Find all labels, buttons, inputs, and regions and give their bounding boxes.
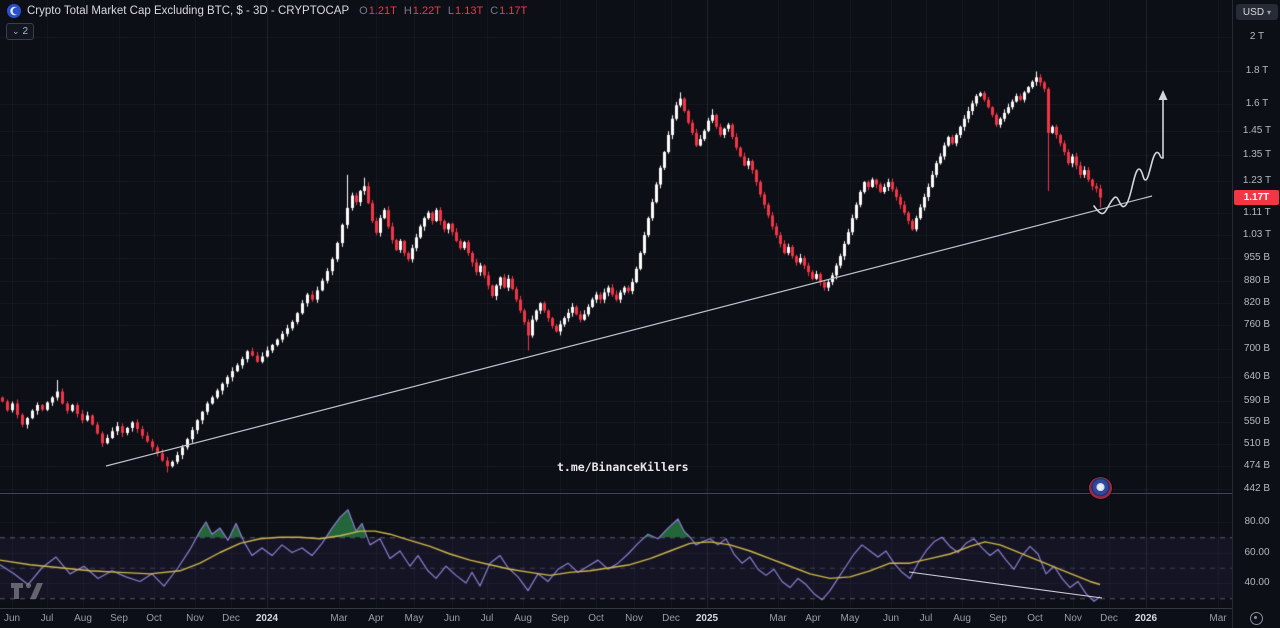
axis-price-label: 40.00	[1233, 577, 1280, 589]
axis-price-label: 442 B	[1233, 483, 1280, 495]
close-label: C	[490, 5, 498, 17]
binance-killers-logo-icon	[1089, 477, 1112, 499]
axis-time-label: 2026	[1135, 613, 1157, 624]
axis-price-label: 474 B	[1233, 460, 1280, 472]
axis-price-label: 2 T	[1233, 31, 1280, 43]
axis-price-label: 1.6 T	[1233, 98, 1280, 110]
axis-price-label: 60.00	[1233, 547, 1280, 559]
axis-time-label: Nov	[625, 613, 643, 624]
high-label: H	[404, 5, 412, 17]
low-value: 1.13T	[455, 5, 483, 17]
axis-time-label: 2024	[256, 613, 278, 624]
axis-time-label: Nov	[186, 613, 204, 624]
axis-time-label: 2025	[696, 613, 718, 624]
axis-time-label: Nov	[1064, 613, 1082, 624]
axis-time-label: Oct	[146, 613, 162, 624]
axis-time-label: Jun	[883, 613, 899, 624]
axis-time-label: Sep	[551, 613, 569, 624]
axis-time-label: Aug	[514, 613, 532, 624]
axis-time-label: Jun	[444, 613, 460, 624]
tradingview-chart-window: Crypto Total Market Cap Excluding BTC, $…	[0, 0, 1280, 628]
legend: Crypto Total Market Cap Excluding BTC, $…	[7, 4, 527, 18]
axis-time-label: Jul	[920, 613, 933, 624]
axis-time-label: Oct	[1027, 613, 1043, 624]
axis-time-label: Apr	[805, 613, 821, 624]
axis-price-label: 1.23 T	[1233, 175, 1280, 187]
currency-label: USD	[1243, 7, 1264, 18]
axis-price-label: 700 B	[1233, 343, 1280, 355]
axis-time-label: Aug	[74, 613, 92, 624]
axis-price-label: 1.11 T	[1233, 207, 1280, 219]
axis-time-label: Dec	[222, 613, 240, 624]
axis-price-label: 1.35 T	[1233, 149, 1280, 161]
axis-time-label: Sep	[110, 613, 128, 624]
axis-price-label: 590 B	[1233, 395, 1280, 407]
axis-price-label: 640 B	[1233, 371, 1280, 383]
chart-canvas[interactable]	[0, 0, 1232, 608]
low-label: L	[448, 5, 454, 17]
axis-time-label: Jul	[481, 613, 494, 624]
timezone-settings-icon[interactable]	[1250, 612, 1263, 625]
axis-price-label: 80.00	[1233, 516, 1280, 528]
axis-time-label: Oct	[588, 613, 604, 624]
open-label: O	[359, 5, 368, 17]
price-axis[interactable]: USD ▾ 2 T 1.8 T 1.6 T 1.45 T 1.35 T 1.23 T 1.1…	[1232, 0, 1280, 628]
pane-separator[interactable]	[0, 493, 1232, 494]
ohlc-values: O1.21T H1.22T L1.13T C1.17T	[359, 5, 527, 17]
axis-time-label: Mar	[1209, 613, 1226, 624]
axis-time-label: Dec	[662, 613, 680, 624]
axis-price-label: 760 B	[1233, 319, 1280, 331]
axis-time-label: Dec	[1100, 613, 1118, 624]
hidden-indicator-count: 2	[23, 26, 29, 37]
indicators-collapse-badge[interactable]: ⌄ 2	[6, 23, 34, 40]
axis-price-label: 550 B	[1233, 416, 1280, 428]
axis-price-label: 955 B	[1233, 252, 1280, 264]
time-axis[interactable]: Jun Jul Aug Sep Oct Nov Dec 2024 Mar Apr May Jun Jul…	[0, 608, 1232, 628]
high-value: 1.22T	[413, 5, 441, 17]
axis-time-label: Mar	[769, 613, 786, 624]
axis-time-label: May	[405, 613, 424, 624]
channel-watermark: t.me/BinanceKillers	[557, 460, 689, 474]
symbol-title[interactable]: Crypto Total Market Cap Excluding BTC, $…	[27, 5, 349, 17]
axis-time-label: Apr	[368, 613, 384, 624]
tradingview-logo-icon[interactable]	[10, 578, 44, 600]
axis-time-label: Sep	[989, 613, 1007, 624]
current-price-tag: 1.17T	[1234, 190, 1279, 205]
axis-price-label: 1.03 T	[1233, 229, 1280, 241]
chevron-down-icon: ⌄	[12, 27, 20, 36]
currency-dropdown[interactable]: USD ▾	[1236, 4, 1278, 20]
axis-time-label: Jun	[4, 613, 20, 624]
axis-price-label: 510 B	[1233, 438, 1280, 450]
open-value: 1.21T	[369, 5, 397, 17]
axis-price-label: 820 B	[1233, 297, 1280, 309]
axis-time-label: Aug	[953, 613, 971, 624]
axis-price-label: 1.45 T	[1233, 125, 1280, 137]
axis-time-label: Mar	[330, 613, 347, 624]
close-value: 1.17T	[499, 5, 527, 17]
caret-down-icon: ▾	[1267, 8, 1271, 17]
axis-time-label: Jul	[41, 613, 54, 624]
symbol-logo-icon	[7, 4, 21, 18]
axis-price-label: 1.8 T	[1233, 65, 1280, 77]
axis-time-label: May	[841, 613, 860, 624]
axis-price-label: 880 B	[1233, 275, 1280, 287]
